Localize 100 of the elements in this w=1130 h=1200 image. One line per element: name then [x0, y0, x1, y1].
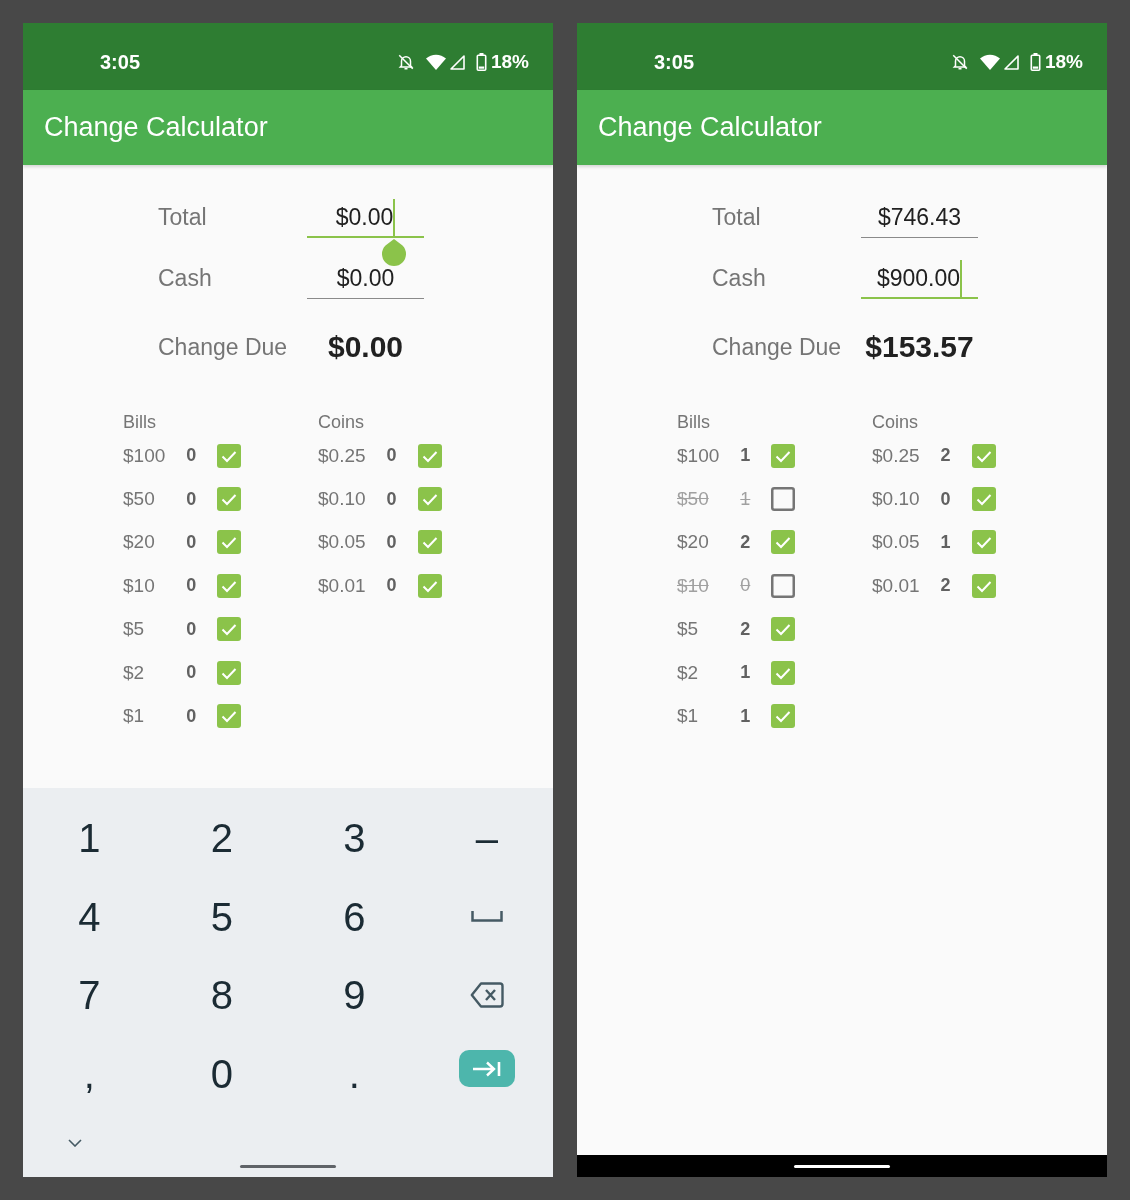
- checkbox[interactable]: [771, 487, 796, 512]
- battery-icon: [475, 53, 487, 71]
- checkbox[interactable]: [217, 704, 242, 729]
- key-button[interactable]: 4: [68, 890, 111, 943]
- checkbox[interactable]: [217, 443, 242, 468]
- count-value: 2: [740, 531, 751, 553]
- checkbox[interactable]: [971, 443, 996, 468]
- denomination-label: $5: [123, 618, 146, 641]
- wifi-icon: [425, 54, 446, 70]
- checkbox[interactable]: [771, 530, 796, 555]
- denomination-label: $2: [123, 661, 146, 684]
- input-field[interactable]: $0.00: [307, 196, 424, 265]
- denomination-label: $10: [123, 574, 156, 597]
- chevron-down-icon[interactable]: [68, 1139, 82, 1147]
- wifi-icon: [979, 54, 1000, 70]
- bell-slash-icon: [950, 53, 969, 71]
- denomination-label: $2: [677, 661, 700, 684]
- backspace-icon[interactable]: [469, 982, 504, 1009]
- count-value: 0: [740, 575, 751, 597]
- count-value: 1: [740, 705, 751, 727]
- count-value: 1: [740, 445, 751, 467]
- count-value: 0: [940, 488, 951, 510]
- checkbox[interactable]: [771, 660, 796, 685]
- status-time: 3:05: [100, 50, 141, 74]
- denomination-label: $100: [123, 444, 166, 467]
- signal-icon: [449, 54, 465, 70]
- checkbox[interactable]: [417, 487, 442, 512]
- count-value: 0: [186, 618, 197, 640]
- key-button[interactable]: ,: [73, 1047, 105, 1100]
- checkbox[interactable]: [217, 487, 242, 512]
- key-button[interactable]: 3: [333, 812, 376, 865]
- key-button[interactable]: 6: [333, 890, 376, 943]
- input-field[interactable]: $0.00: [307, 257, 424, 299]
- checkbox[interactable]: [971, 530, 996, 555]
- battery-percent: 18%: [490, 51, 529, 73]
- checkbox[interactable]: [217, 530, 242, 555]
- key-button[interactable]: 2: [200, 812, 243, 865]
- checkbox[interactable]: [417, 530, 442, 555]
- battery-percent: 18%: [1044, 51, 1083, 73]
- status-time: 3:05: [654, 50, 695, 74]
- group-heading: Bills: [123, 411, 157, 434]
- input-field[interactable]: $900.00: [861, 257, 978, 299]
- count-value: 2: [740, 618, 751, 640]
- key-button[interactable]: 0: [200, 1047, 243, 1100]
- checkbox[interactable]: [217, 573, 242, 598]
- checkbox[interactable]: [971, 573, 996, 598]
- group-heading: Bills: [677, 411, 711, 434]
- app-title: Change Calculator: [44, 112, 268, 143]
- checkbox[interactable]: [217, 660, 242, 685]
- denomination-label: $50: [677, 488, 710, 511]
- gesture-handle[interactable]: [240, 1164, 336, 1168]
- count-value: 1: [940, 531, 951, 553]
- denomination-label: $50: [123, 488, 156, 511]
- key-button[interactable]: 9: [333, 969, 376, 1022]
- count-value: 1: [740, 662, 751, 684]
- input-field[interactable]: $746.43: [861, 196, 978, 238]
- denomination-label: $0.05: [318, 531, 366, 554]
- next-key-button[interactable]: [458, 1050, 515, 1088]
- checkbox[interactable]: [417, 443, 442, 468]
- app-title: Change Calculator: [598, 112, 822, 143]
- text-cursor: [393, 199, 396, 236]
- denomination-label: $0.10: [318, 488, 366, 511]
- denomination-label: $20: [677, 531, 710, 554]
- bell-slash-icon: [396, 53, 415, 71]
- denomination-label: $20: [123, 531, 156, 554]
- arrow-to-bar-icon: [471, 1060, 502, 1077]
- battery-icon: [1029, 53, 1041, 71]
- checkbox[interactable]: [771, 443, 796, 468]
- key-button[interactable]: –: [465, 812, 508, 865]
- gesture-handle[interactable]: [794, 1164, 890, 1168]
- field-label: Total: [712, 202, 762, 232]
- key-button[interactable]: 7: [68, 969, 111, 1022]
- checkbox[interactable]: [771, 617, 796, 642]
- checkbox[interactable]: [217, 617, 242, 642]
- count-value: 2: [940, 575, 951, 597]
- key-button[interactable]: .: [338, 1047, 370, 1100]
- change-due-value: $0.00: [326, 330, 405, 364]
- key-button[interactable]: 1: [68, 812, 111, 865]
- key-button[interactable]: 5: [200, 890, 243, 943]
- group-heading: Coins: [318, 411, 366, 434]
- checkbox[interactable]: [971, 487, 996, 512]
- denomination-label: $0.10: [872, 488, 920, 511]
- field-label: Cash: [712, 263, 767, 293]
- change-due-label: Change Due: [158, 333, 289, 361]
- field-label: Cash: [158, 263, 213, 293]
- checkbox[interactable]: [417, 573, 442, 598]
- denomination-label: $1: [123, 705, 146, 728]
- field-label: Total: [158, 202, 208, 232]
- checkbox[interactable]: [771, 573, 796, 598]
- count-value: 0: [186, 705, 197, 727]
- selection-handle-icon[interactable]: [381, 238, 408, 266]
- count-value: 1: [740, 488, 751, 510]
- count-value: 0: [386, 445, 397, 467]
- denomination-label: $0.25: [872, 444, 920, 467]
- count-value: 0: [386, 488, 397, 510]
- checkbox[interactable]: [771, 704, 796, 729]
- count-value: 2: [940, 445, 951, 467]
- space-key-icon[interactable]: [470, 911, 503, 923]
- key-button[interactable]: 8: [200, 969, 243, 1022]
- denomination-label: $0.25: [318, 444, 366, 467]
